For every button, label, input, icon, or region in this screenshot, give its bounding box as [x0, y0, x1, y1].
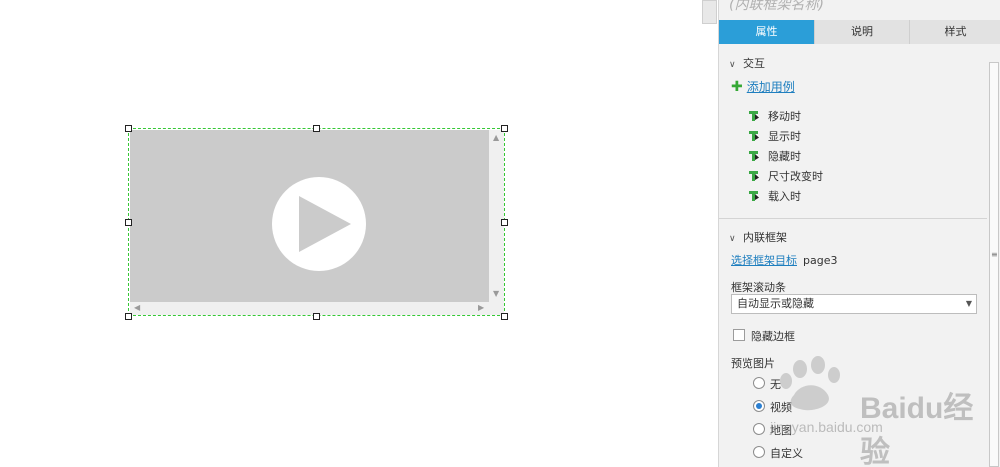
scroll-right-icon[interactable]: ▶ — [478, 304, 484, 312]
event-icon — [749, 111, 760, 121]
scroll-down-icon[interactable]: ▼ — [493, 290, 499, 298]
preview-radio-none[interactable] — [753, 377, 765, 389]
event-icon — [749, 151, 760, 161]
plus-icon: ✚ — [731, 79, 743, 95]
hide-border-label: 隐藏边框 — [751, 330, 795, 343]
preview-option-label: 视频 — [770, 401, 792, 414]
scrollbar-select[interactable]: 自动显示或隐藏 ▼ — [731, 294, 977, 314]
event-item-hide[interactable]: 隐藏时 — [749, 148, 801, 164]
scroll-up-icon[interactable]: ▲ — [493, 134, 499, 142]
inspector-panel: (内联框架名称) 属性 说明 样式 ∨ 交互 ✚ 添加用例 移动时 显示时 隐藏时 … — [718, 0, 1000, 467]
scroll-left-icon[interactable]: ◀ — [134, 304, 140, 312]
scrollbar-label: 框架滚动条 — [731, 281, 786, 294]
panel-gutter — [700, 0, 718, 467]
chevron-down-icon: ∨ — [729, 60, 736, 70]
resize-handle-top-left[interactable] — [125, 125, 132, 132]
resize-handle-bottom[interactable] — [313, 313, 320, 320]
event-icon — [749, 171, 760, 181]
event-label: 载入时 — [768, 190, 801, 203]
add-case-button[interactable]: ✚ 添加用例 — [731, 78, 795, 95]
event-label: 显示时 — [768, 130, 801, 143]
preview-radio-map[interactable] — [753, 423, 765, 435]
inline-frame-section-label: 内联框架 — [743, 231, 787, 244]
event-item-show[interactable]: 显示时 — [749, 128, 801, 144]
preview-radio-video[interactable] — [753, 400, 765, 412]
resize-handle-bottom-left[interactable] — [125, 313, 132, 320]
preview-option-label: 地图 — [770, 424, 792, 437]
frame-target-row: 选择框架目标 page3 — [731, 252, 837, 268]
resize-handle-left[interactable] — [125, 219, 132, 226]
preview-option-label: 无 — [770, 378, 781, 391]
event-icon — [749, 191, 760, 201]
panel-scrollbar[interactable]: ≡ — [987, 44, 1000, 467]
resize-handle-bottom-right[interactable] — [501, 313, 508, 320]
preview-image-label: 预览图片 — [731, 357, 775, 370]
panel-scrollbar-thumb[interactable]: ≡ — [989, 62, 999, 467]
preview-radio-custom[interactable] — [753, 446, 765, 458]
frame-vertical-scrollbar[interactable]: ▲ ▼ — [489, 130, 504, 302]
event-item-move[interactable]: 移动时 — [749, 108, 801, 124]
preview-option-label: 自定义 — [770, 447, 803, 460]
video-preview — [130, 130, 489, 302]
event-label: 尺寸改变时 — [768, 170, 823, 183]
gutter-scrollbar[interactable] — [702, 0, 717, 24]
interaction-section-label: 交互 — [743, 57, 765, 70]
resize-handle-right[interactable] — [501, 219, 508, 226]
event-icon — [749, 131, 760, 141]
resize-handle-top[interactable] — [313, 125, 320, 132]
dropdown-arrow-icon: ▼ — [965, 299, 972, 308]
scrollbar-select-value: 自动显示或隐藏 — [737, 297, 814, 310]
frame-target-value: page3 — [803, 254, 838, 267]
event-label: 隐藏时 — [768, 150, 801, 163]
tab-style[interactable]: 样式 — [910, 20, 1000, 44]
event-item-resize[interactable]: 尺寸改变时 — [749, 168, 823, 184]
play-icon — [299, 196, 351, 252]
properties-body: ∨ 交互 ✚ 添加用例 移动时 显示时 隐藏时 尺寸改变时 载入时 ∨ 内联框架 选择… — [719, 44, 987, 467]
canvas-area[interactable]: ▲ ▼ ◀ ▶ — [0, 0, 700, 467]
add-case-label[interactable]: 添加用例 — [747, 80, 795, 94]
chevron-down-icon: ∨ — [729, 234, 736, 244]
choose-frame-target-link[interactable]: 选择框架目标 — [731, 254, 797, 267]
frame-horizontal-scrollbar[interactable]: ◀ ▶ — [130, 302, 489, 315]
inline-frame-widget[interactable]: ▲ ▼ ◀ ▶ — [128, 128, 505, 316]
tab-properties[interactable]: 属性 — [719, 20, 815, 44]
event-item-load[interactable]: 载入时 — [749, 188, 801, 204]
inline-frame-section-header[interactable]: ∨ 内联框架 — [729, 229, 787, 245]
grip-icon: ≡ — [991, 250, 998, 259]
widget-name-field[interactable]: (内联框架名称) — [729, 0, 824, 14]
tab-notes[interactable]: 说明 — [815, 20, 910, 44]
resize-handle-top-right[interactable] — [501, 125, 508, 132]
inspector-tabs: 属性 说明 样式 — [719, 20, 1000, 44]
interaction-section-header[interactable]: ∨ 交互 — [729, 55, 765, 71]
section-divider — [719, 218, 987, 219]
event-label: 移动时 — [768, 110, 801, 123]
hide-border-checkbox[interactable] — [733, 329, 745, 341]
